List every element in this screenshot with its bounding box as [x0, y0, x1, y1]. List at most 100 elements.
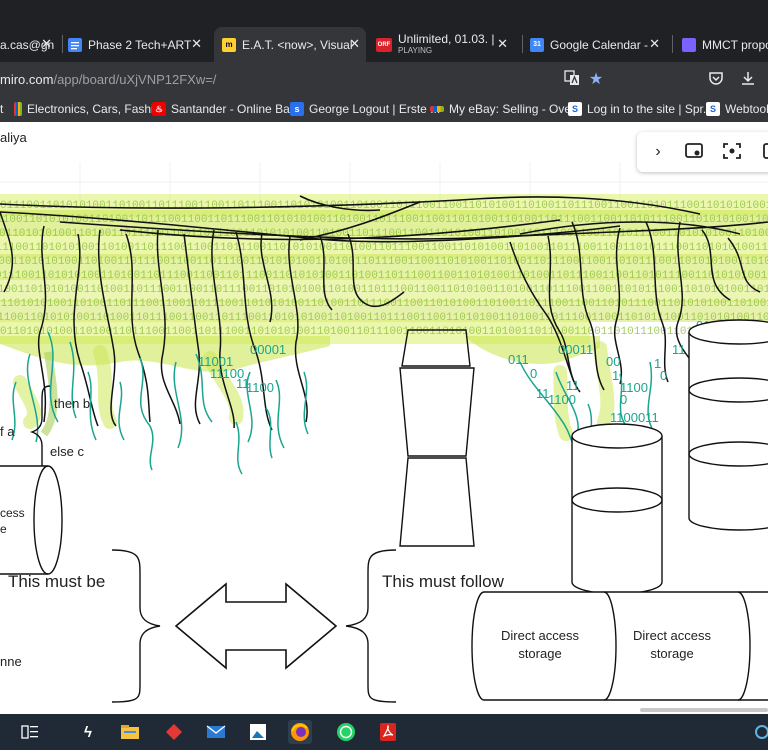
bookmark-item[interactable]: Electronics, Cars, Fashi...	[14, 102, 164, 116]
present-screen-icon[interactable]	[683, 142, 705, 162]
binary-fragment: 00011	[558, 342, 593, 357]
right-curly-brace	[111, 549, 161, 703]
board-canvas[interactable]: 0111001101010100110100110111001100110111…	[0, 122, 768, 714]
tab-miro[interactable]: m E.A.T. <now>, Visual W ✕	[214, 27, 366, 62]
download-icon[interactable]	[738, 70, 758, 90]
focus-frame-icon[interactable]	[721, 142, 743, 162]
binary-fragment: 11	[672, 342, 686, 357]
access-label-line2: e	[0, 522, 7, 536]
binary-fragment: 1100	[548, 392, 576, 407]
red-app-icon[interactable]	[162, 720, 186, 744]
ebay-icon	[14, 102, 22, 116]
bookmark-item[interactable]: S Webtools	[706, 102, 768, 116]
chevron-right-icon[interactable]: ›	[647, 142, 669, 162]
windows-taskbar: ϟ	[0, 714, 768, 750]
acrobat-icon[interactable]	[376, 720, 400, 744]
close-icon[interactable]: ✕	[497, 36, 508, 52]
url-host: miro.com	[0, 72, 54, 87]
channel-label: nne	[0, 654, 22, 669]
app-s-icon[interactable]: ϟ	[76, 720, 100, 744]
binary-fragment: 1100011	[610, 410, 659, 425]
document-icon	[682, 37, 696, 52]
url-field[interactable]: miro.com/app/board/uXjVNP12FXw=/	[0, 72, 216, 87]
tab-title: E.A.T. <now>, Visual W	[242, 37, 352, 52]
binary-fragment: 0	[620, 392, 627, 407]
firefox-icon[interactable]	[288, 720, 312, 744]
bookmark-label: Santander - Online Ba...	[171, 102, 300, 116]
bookmark-item[interactable]: t	[0, 102, 3, 116]
access-label-line1: cess	[0, 506, 25, 520]
binary-fragment: 00001	[250, 342, 286, 357]
tab-google-calendar[interactable]: 31 Google Calendar - We ✕	[530, 27, 666, 62]
bookmark-item[interactable]: S Log in to the site | Spr...	[568, 102, 713, 116]
santander-icon: ♨	[152, 102, 166, 116]
tab-mmct[interactable]: MMCT propose	[682, 27, 768, 62]
bookmark-label: Log in to the site | Spr...	[587, 102, 713, 116]
mail-icon[interactable]	[204, 720, 228, 744]
miro-icon: m	[222, 37, 236, 52]
stacked-cups	[399, 329, 475, 547]
tab-phase2[interactable]: Phase 2 Tech+ART wor ✕	[68, 27, 208, 62]
bookmarks-bar: t Electronics, Cars, Fashi... ♨ Santander…	[0, 98, 768, 122]
tray-icon[interactable]	[752, 720, 768, 744]
tab-title: Unlimited, 01.03. | radi	[398, 31, 498, 46]
binary-text-row: 0111001101010100110100110111001100110111…	[0, 312, 768, 324]
translate-icon[interactable]	[562, 70, 582, 90]
close-icon[interactable]: ✕	[41, 36, 52, 52]
docs-icon	[68, 37, 82, 52]
tab-orf[interactable]: ORF Unlimited, 01.03. | radi PLAYING ✕	[376, 27, 514, 62]
photos-icon[interactable]	[246, 720, 270, 744]
bookmark-label: Electronics, Cars, Fashi...	[27, 102, 164, 116]
if-label: f a	[0, 424, 15, 439]
close-icon[interactable]: ✕	[191, 36, 202, 52]
close-icon[interactable]: ✕	[649, 36, 660, 52]
binary-text-row: 0111001101010100110100110111001100110111…	[0, 256, 768, 268]
storage-label-line1: Direct access	[632, 628, 712, 643]
board-toolbar: ›	[637, 132, 768, 172]
calendar-icon: 31	[530, 37, 544, 52]
task-view-icon[interactable]	[18, 720, 42, 744]
direct-access-storage-2: Direct access storage	[622, 627, 722, 663]
storage-label-line2: storage	[518, 646, 562, 661]
bookmark-item[interactable]: s George Logout | Erste ...	[290, 102, 440, 116]
bookmark-item[interactable]: ♨ Santander - Online Ba...	[152, 102, 300, 116]
horizontal-scrollbar[interactable]	[640, 708, 768, 712]
tab-title: Phase 2 Tech+ART wor	[88, 37, 192, 52]
erste-icon: s	[290, 102, 304, 116]
storage-label-line1: Direct access	[500, 628, 580, 643]
bookmark-label: My eBay: Selling - Ove...	[449, 102, 582, 116]
close-icon[interactable]: ✕	[349, 36, 360, 52]
database-cylinder-right	[688, 319, 768, 531]
url-path: /app/board/uXjVNP12FXw=/	[53, 72, 217, 87]
database-cylinder-left	[571, 423, 663, 595]
must-be-label: This must be	[8, 572, 106, 591]
storage-cylinder-left	[0, 465, 63, 575]
must-follow-label: This must follow	[382, 572, 504, 591]
bookmark-label: Webtools	[725, 102, 768, 116]
tab-title: MMCT propose	[702, 37, 768, 52]
binary-text-row: 0111001101010100110100110111001100110111…	[0, 284, 768, 296]
binary-fragment: 11	[566, 378, 580, 393]
tab-gmail[interactable]: a.cas@gn ✕	[0, 27, 58, 62]
binary-text-row: 0111001101010100110100110111001100110111…	[0, 270, 768, 282]
storage-label-line2: storage	[650, 646, 694, 661]
binary-fragment: 0	[530, 366, 537, 381]
binary-fragment: 00	[606, 354, 620, 369]
whatsapp-icon[interactable]	[334, 720, 358, 744]
binary-fragment: 011	[508, 352, 529, 367]
tab-playing-status: PLAYING	[398, 46, 433, 55]
else-label: else c	[50, 444, 84, 459]
s-icon: S	[568, 102, 582, 116]
direct-access-storage-1: Direct access storage	[490, 627, 590, 663]
binary-text-row: 0111001101010100110100110111001100110111…	[0, 326, 768, 338]
tab-title: Google Calendar - We	[550, 37, 650, 52]
file-explorer-icon[interactable]	[118, 720, 142, 744]
miro-board[interactable]: 0111001101010100110100110111001100110111…	[0, 122, 768, 714]
bookmark-star-icon[interactable]: ★	[586, 70, 606, 90]
binary-fragment: 1	[654, 356, 661, 371]
pocket-icon[interactable]	[706, 70, 726, 90]
panel-icon[interactable]	[757, 142, 768, 162]
double-arrow	[174, 582, 338, 670]
then-label: then b	[54, 396, 91, 411]
bookmark-item[interactable]: My eBay: Selling - Ove...	[430, 102, 581, 116]
